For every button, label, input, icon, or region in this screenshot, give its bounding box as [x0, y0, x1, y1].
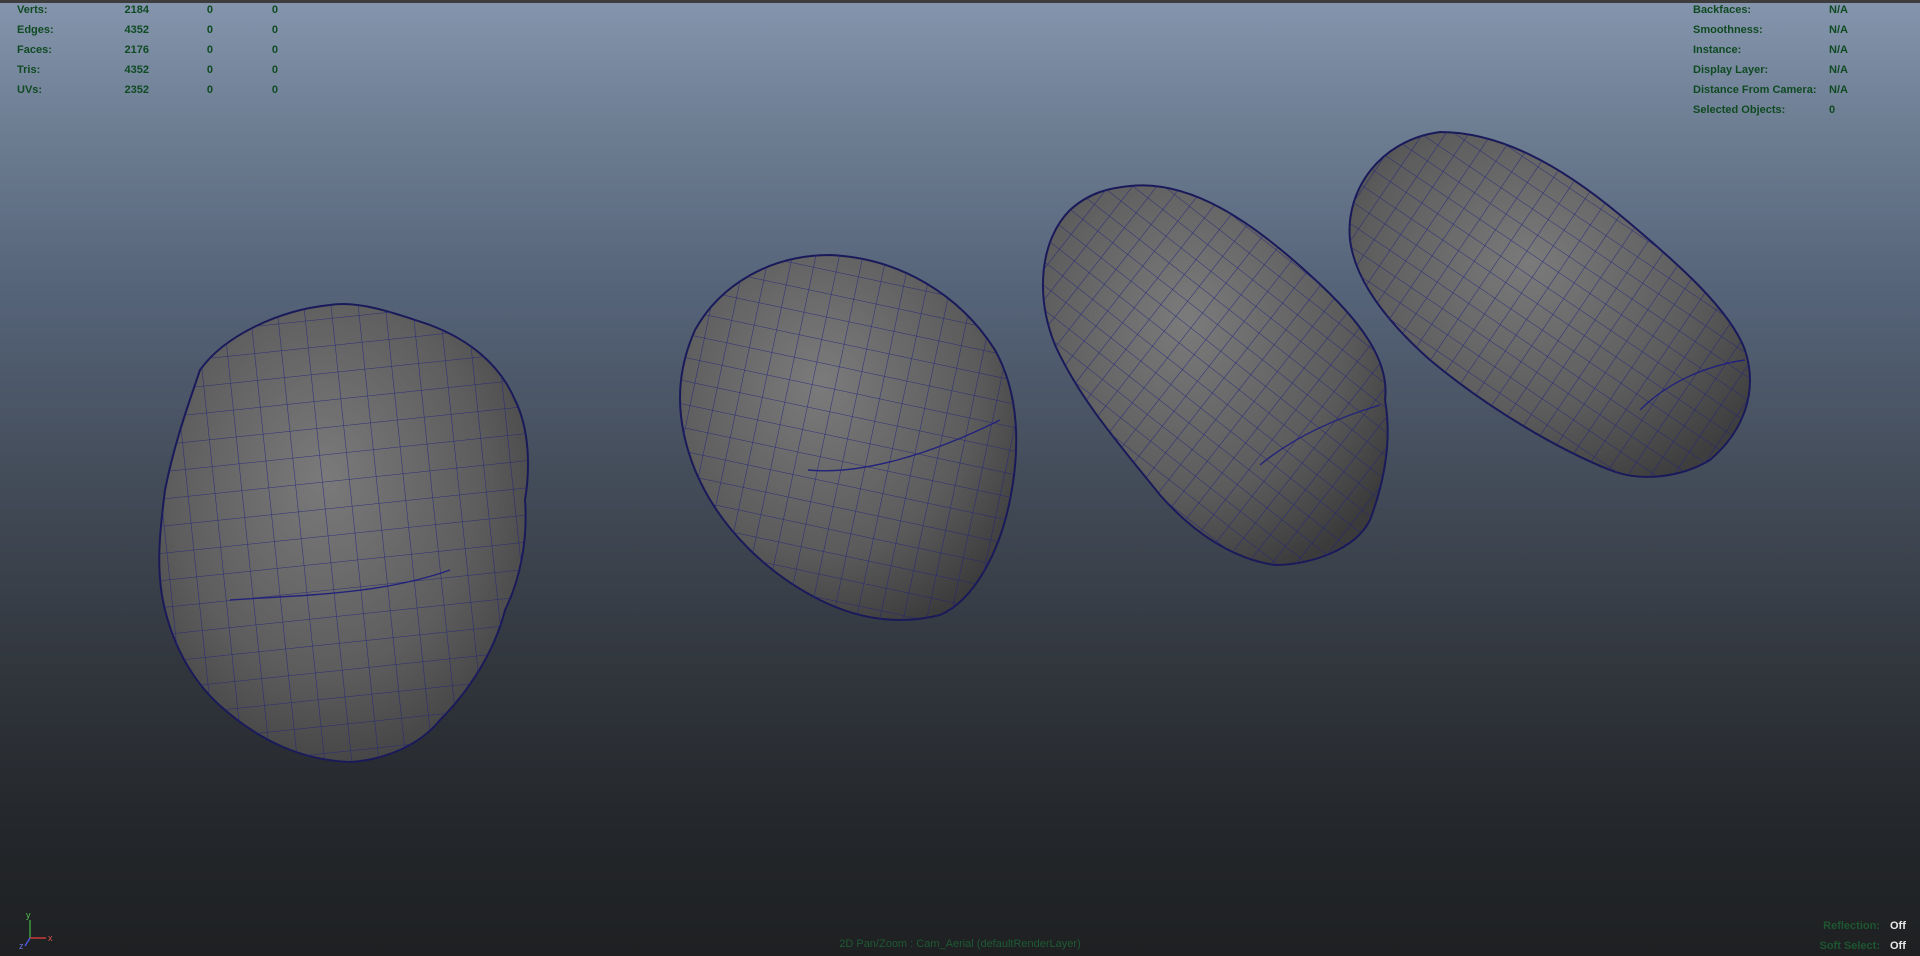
mesh-lumpy-potato[interactable]: [158, 303, 529, 764]
reflection-label: Reflection:: [1823, 920, 1880, 932]
axis-label-y: y: [26, 910, 31, 920]
reflection-value: Off: [1890, 920, 1906, 932]
mesh-capsule-medium[interactable]: [1042, 184, 1389, 567]
mesh-capsule-long[interactable]: [1348, 130, 1751, 478]
soft-select-label: Soft Select:: [1819, 940, 1880, 952]
soft-select-status: Soft Select: Off: [1770, 940, 1910, 956]
reflection-status: Reflection: Off: [1770, 920, 1910, 936]
mesh-rounded-block[interactable]: [679, 253, 1018, 621]
3d-viewport[interactable]: Verts: 2184 0 0 Edges: 4352 0 0 Faces: 2…: [0, 0, 1920, 956]
soft-select-value: Off: [1890, 940, 1906, 952]
camera-label: 2D Pan/Zoom : Cam_Aerial (defaultRenderL…: [839, 938, 1081, 950]
scene-meshes[interactable]: [0, 0, 1920, 956]
